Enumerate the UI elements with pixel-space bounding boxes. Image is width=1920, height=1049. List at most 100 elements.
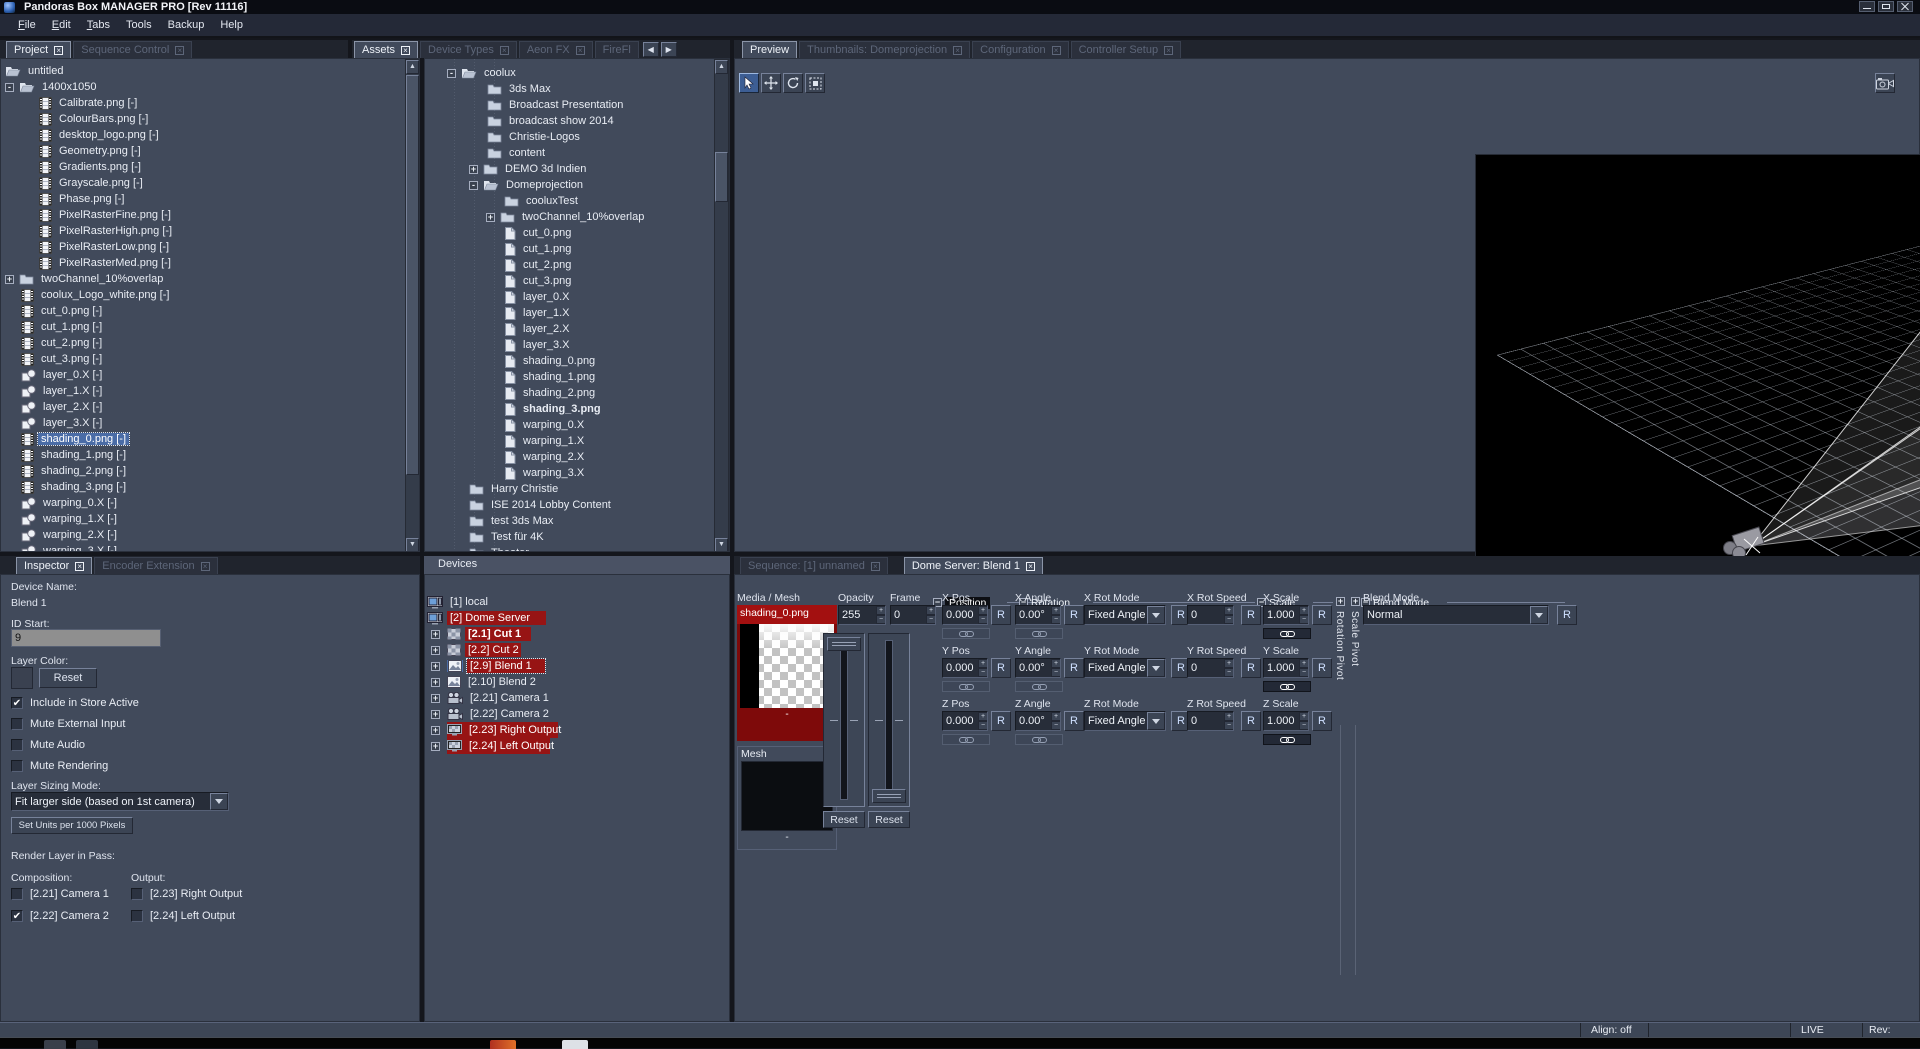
spinner-icon[interactable]: +−	[1224, 712, 1233, 730]
device-row-2-1-cut-1[interactable]: +[2.1] Cut 1	[425, 626, 729, 642]
checkbox-icon[interactable]: ✔	[11, 910, 23, 922]
x-rot-speed-reset-button[interactable]: R	[1241, 605, 1261, 625]
assets-scrollbar-thumb[interactable]	[715, 152, 728, 202]
spinner-icon[interactable]: +−	[926, 606, 935, 624]
preview-3d-viewport[interactable]: Y Z X [2.9]	[1475, 154, 1920, 610]
slider-handle[interactable]	[872, 789, 906, 803]
tree-item-ise-2014-lobby-content[interactable]: ISE 2014 Lobby Content	[425, 497, 713, 513]
x-rot-mode-select[interactable]: Fixed Angle	[1084, 605, 1166, 625]
close-icon[interactable]: ×	[500, 46, 509, 55]
tree-item-warping-0-x[interactable]: warping_0.X [-]	[1, 495, 403, 511]
expand-icon[interactable]: +	[431, 694, 440, 703]
mesh-box[interactable]	[741, 761, 833, 831]
tab-scroll-right-icon[interactable]: ▶	[661, 42, 677, 57]
set-units-button[interactable]: Set Units per 1000 Pixels	[11, 817, 133, 834]
y-pos-reset-button[interactable]: R	[991, 658, 1011, 678]
device-row-2-dome-server[interactable]: [2] Dome Server	[425, 610, 729, 626]
tree-item-broadcast-presentation[interactable]: Broadcast Presentation	[425, 97, 713, 113]
tree-item-shading-2-png[interactable]: shading_2.png	[425, 385, 713, 401]
preview-tab-configuration[interactable]: Configuration×	[972, 41, 1068, 58]
tree-item-calibrate-png[interactable]: Calibrate.png [-]	[1, 95, 403, 111]
menu-help[interactable]: Help	[212, 16, 251, 34]
x-scale-reset-button[interactable]: R	[1312, 605, 1332, 625]
scroll-up-icon[interactable]: ▲	[715, 60, 728, 74]
layer-sizing-mode-select[interactable]: Fit larger side (based on 1st camera)	[11, 792, 229, 811]
checkbox-icon[interactable]	[11, 888, 23, 900]
assets-tab-aeon-fx[interactable]: Aeon FX×	[519, 41, 593, 58]
checkbox-mute-audio[interactable]: Mute Audio	[11, 739, 85, 751]
device-row-2-2-cut-2[interactable]: +[2.2] Cut 2	[425, 642, 729, 658]
menu-backup[interactable]: Backup	[160, 16, 213, 34]
camera-icon[interactable]	[1875, 73, 1895, 93]
device-row-2-23-right-output[interactable]: +[2.23] Right Output	[425, 722, 729, 738]
close-icon[interactable]: ×	[201, 562, 210, 571]
z-pos-field[interactable]: 0.000+−	[942, 711, 988, 731]
scroll-down-icon[interactable]: ▼	[715, 538, 728, 552]
frame-reset-button[interactable]: Reset	[868, 811, 910, 828]
tree-item-warping-1-x[interactable]: warping_1.X	[425, 433, 713, 449]
tree-item-untitled[interactable]: untitled	[1, 63, 403, 79]
rotate-tool-icon[interactable]	[783, 73, 803, 93]
id-start-input[interactable]: 9	[11, 629, 161, 647]
x-angle-link-toggle[interactable]	[1015, 628, 1063, 639]
z-angle-link-toggle[interactable]	[1015, 734, 1063, 745]
checkbox-2-22-camera-2[interactable]: ✔[2.22] Camera 2	[11, 910, 109, 922]
tree-item-layer-0-x[interactable]: layer_0.X [-]	[1, 367, 403, 383]
project-scrollbar[interactable]: ▲ ▼	[405, 59, 420, 552]
tree-item-test-3ds-max[interactable]: test 3ds Max	[425, 513, 713, 529]
tree-item-warping-1-x[interactable]: warping_1.X [-]	[1, 511, 403, 527]
spinner-icon[interactable]: +−	[978, 606, 987, 624]
y-angle-link-toggle[interactable]	[1015, 681, 1063, 692]
tree-item-pixelrasterlow-png[interactable]: PixelRasterLow.png [-]	[1, 239, 403, 255]
windows-taskbar[interactable]	[0, 1037, 1920, 1048]
close-icon[interactable]: ×	[953, 46, 962, 55]
project-tab-project[interactable]: Project×	[6, 41, 71, 58]
tree-item-test-f-r-4k[interactable]: Test für 4K	[425, 529, 713, 545]
close-icon[interactable]: ×	[75, 562, 84, 571]
tree-item-layer-1-x[interactable]: layer_1.X	[425, 305, 713, 321]
chevron-down-icon[interactable]	[1530, 606, 1548, 624]
assets-tab-assets[interactable]: Assets×	[354, 41, 418, 58]
y-pos-field[interactable]: 0.000+−	[942, 658, 988, 678]
move-tool-icon[interactable]	[761, 73, 781, 93]
expand-icon[interactable]: +	[431, 630, 440, 639]
checkbox-include-in-store-active[interactable]: ✔Include in Store Active	[11, 697, 139, 709]
tree-item-demo-3d-indien[interactable]: +DEMO 3d Indien	[425, 161, 713, 177]
frame-field[interactable]: 0+−	[890, 605, 936, 625]
close-icon[interactable]: ×	[871, 562, 880, 571]
tree-item-gradients-png[interactable]: Gradients.png [-]	[1, 159, 403, 175]
assets-scrollbar[interactable]: ▲ ▼	[714, 59, 729, 552]
tree-item-layer-0-x[interactable]: layer_0.X	[425, 289, 713, 305]
tree-item-content[interactable]: content	[425, 145, 713, 161]
menu-tools[interactable]: Tools	[118, 16, 160, 34]
x-pos-reset-button[interactable]: R	[991, 605, 1011, 625]
expand-icon[interactable]: +	[486, 213, 495, 222]
expand-icon[interactable]: +	[431, 646, 440, 655]
y-angle-reset-button[interactable]: R	[1064, 658, 1084, 678]
close-icon[interactable]: ×	[175, 46, 184, 55]
y-rot-speed-reset-button[interactable]: R	[1241, 658, 1261, 678]
mesh-cell[interactable]: Mesh-	[737, 746, 837, 850]
tree-item-cut-1-png[interactable]: cut_1.png [-]	[1, 319, 403, 335]
tree-item-christie-logos[interactable]: Christie-Logos	[425, 129, 713, 145]
tree-item-shading-0-png[interactable]: shading_0.png	[425, 353, 713, 369]
device-row-2-9-blend-1[interactable]: +[2.9] Blend 1	[425, 658, 729, 674]
media-thumbnail[interactable]	[740, 624, 834, 708]
tree-item-shading-1-png[interactable]: shading_1.png [-]	[1, 447, 403, 463]
tree-item-layer-2-x[interactable]: layer_2.X	[425, 321, 713, 337]
z-rot-speed-reset-button[interactable]: R	[1241, 711, 1261, 731]
spinner-icon[interactable]: +−	[1299, 659, 1308, 677]
spinner-icon[interactable]: +−	[1051, 712, 1060, 730]
tree-item-domeprojection[interactable]: -Domeprojection	[425, 177, 713, 193]
collapse-icon[interactable]: -	[5, 83, 14, 92]
tree-item-warping-2-x[interactable]: warping_2.X [-]	[1, 527, 403, 543]
checkbox-icon[interactable]	[11, 739, 23, 751]
y-pos-link-toggle[interactable]	[942, 681, 990, 692]
checkbox-icon[interactable]	[11, 760, 23, 772]
chevron-down-icon[interactable]	[1147, 659, 1165, 677]
tree-item-layer-1-x[interactable]: layer_1.X [-]	[1, 383, 403, 399]
tree-item-coolux-logo-white-png[interactable]: coolux_Logo_white.png [-]	[1, 287, 403, 303]
tree-item-cooluxtest[interactable]: cooluxTest	[425, 193, 713, 209]
tree-item-layer-3-x[interactable]: layer_3.X	[425, 337, 713, 353]
spinner-icon[interactable]: +−	[1051, 606, 1060, 624]
